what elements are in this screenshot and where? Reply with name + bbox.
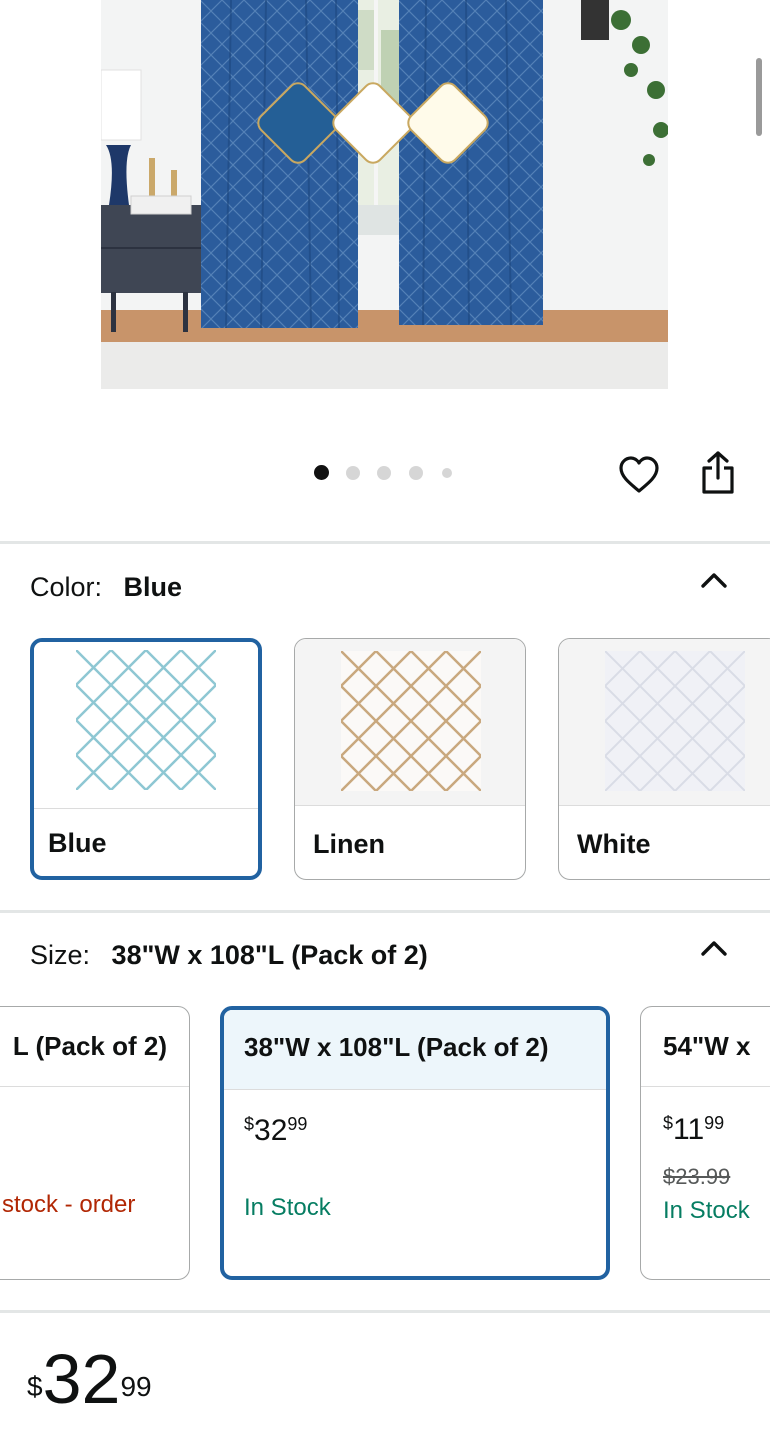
carousel-dot[interactable] bbox=[346, 466, 360, 480]
price-dollars: 32 bbox=[254, 1114, 288, 1147]
stock-status: In Stock bbox=[663, 1197, 750, 1224]
price-cents: 99 bbox=[704, 1113, 725, 1133]
size-option-header: 54"W x bbox=[641, 1007, 770, 1087]
color-option-label: Linen bbox=[313, 829, 385, 859]
share-icon[interactable] bbox=[700, 450, 736, 496]
chevron-up-icon[interactable] bbox=[700, 939, 728, 957]
carousel-dot[interactable] bbox=[377, 466, 391, 480]
curtain-photo bbox=[101, 0, 668, 389]
color-label: Color: bbox=[30, 572, 103, 602]
size-option-header: L (Pack of 2) bbox=[0, 1007, 189, 1087]
price-cents: 99 bbox=[120, 1371, 152, 1402]
color-option-white[interactable]: White bbox=[558, 638, 770, 880]
section-divider bbox=[0, 1310, 770, 1313]
size-option-header: 38"W x 108"L (Pack of 2) bbox=[224, 1010, 606, 1090]
stock-status: stock - order bbox=[2, 1191, 136, 1218]
swatch-thumbnail bbox=[559, 639, 770, 806]
size-option-title: 54"W x bbox=[663, 1031, 751, 1061]
size-option-title: 38"W x 108"L (Pack of 2) bbox=[244, 1032, 549, 1062]
size-option-selected[interactable]: 38"W x 108"L (Pack of 2) $3299 In Stock bbox=[220, 1006, 610, 1280]
stock-status: In Stock bbox=[244, 1194, 331, 1221]
color-label-row: Color: Blue bbox=[30, 572, 182, 603]
color-option-linen[interactable]: Linen bbox=[294, 638, 526, 880]
price-cents: 99 bbox=[287, 1114, 308, 1134]
carousel-dot[interactable] bbox=[409, 466, 423, 480]
carousel-dot[interactable] bbox=[442, 468, 452, 478]
selected-color: Blue bbox=[123, 572, 183, 602]
color-option-blue[interactable]: Blue bbox=[30, 638, 262, 880]
size-option[interactable]: 54"W x $1199 $23.99 In Stock bbox=[640, 1006, 770, 1280]
list-price: $23.99 bbox=[663, 1164, 731, 1189]
size-label-row: Size: 38"W x 108"L (Pack of 2) bbox=[30, 940, 428, 971]
color-option-label: White bbox=[577, 829, 651, 859]
size-label: Size: bbox=[30, 940, 91, 970]
section-divider bbox=[0, 910, 770, 913]
page-scrollbar[interactable] bbox=[756, 58, 762, 136]
swatch-thumbnail bbox=[34, 642, 258, 809]
swatch-thumbnail bbox=[295, 639, 525, 806]
currency-symbol: $ bbox=[244, 1114, 255, 1134]
product-price: $3299 bbox=[27, 1344, 152, 1414]
size-option-title: L (Pack of 2) bbox=[12, 1031, 167, 1061]
price-dollars: 11 bbox=[673, 1113, 705, 1146]
currency-symbol: $ bbox=[27, 1371, 43, 1402]
price-dollars: 32 bbox=[42, 1340, 121, 1418]
size-option[interactable]: L (Pack of 2) stock - order bbox=[0, 1006, 190, 1280]
chevron-up-icon[interactable] bbox=[700, 571, 728, 589]
section-divider bbox=[0, 541, 770, 544]
color-option-label: Blue bbox=[48, 828, 107, 858]
currency-symbol: $ bbox=[663, 1113, 674, 1133]
size-option-price: $3299 bbox=[244, 1114, 307, 1148]
carousel-dot[interactable] bbox=[314, 465, 329, 480]
product-image[interactable] bbox=[101, 0, 668, 389]
heart-icon[interactable] bbox=[618, 455, 660, 495]
size-option-price: $1199 bbox=[663, 1113, 724, 1147]
selected-size: 38"W x 108"L (Pack of 2) bbox=[111, 940, 428, 970]
